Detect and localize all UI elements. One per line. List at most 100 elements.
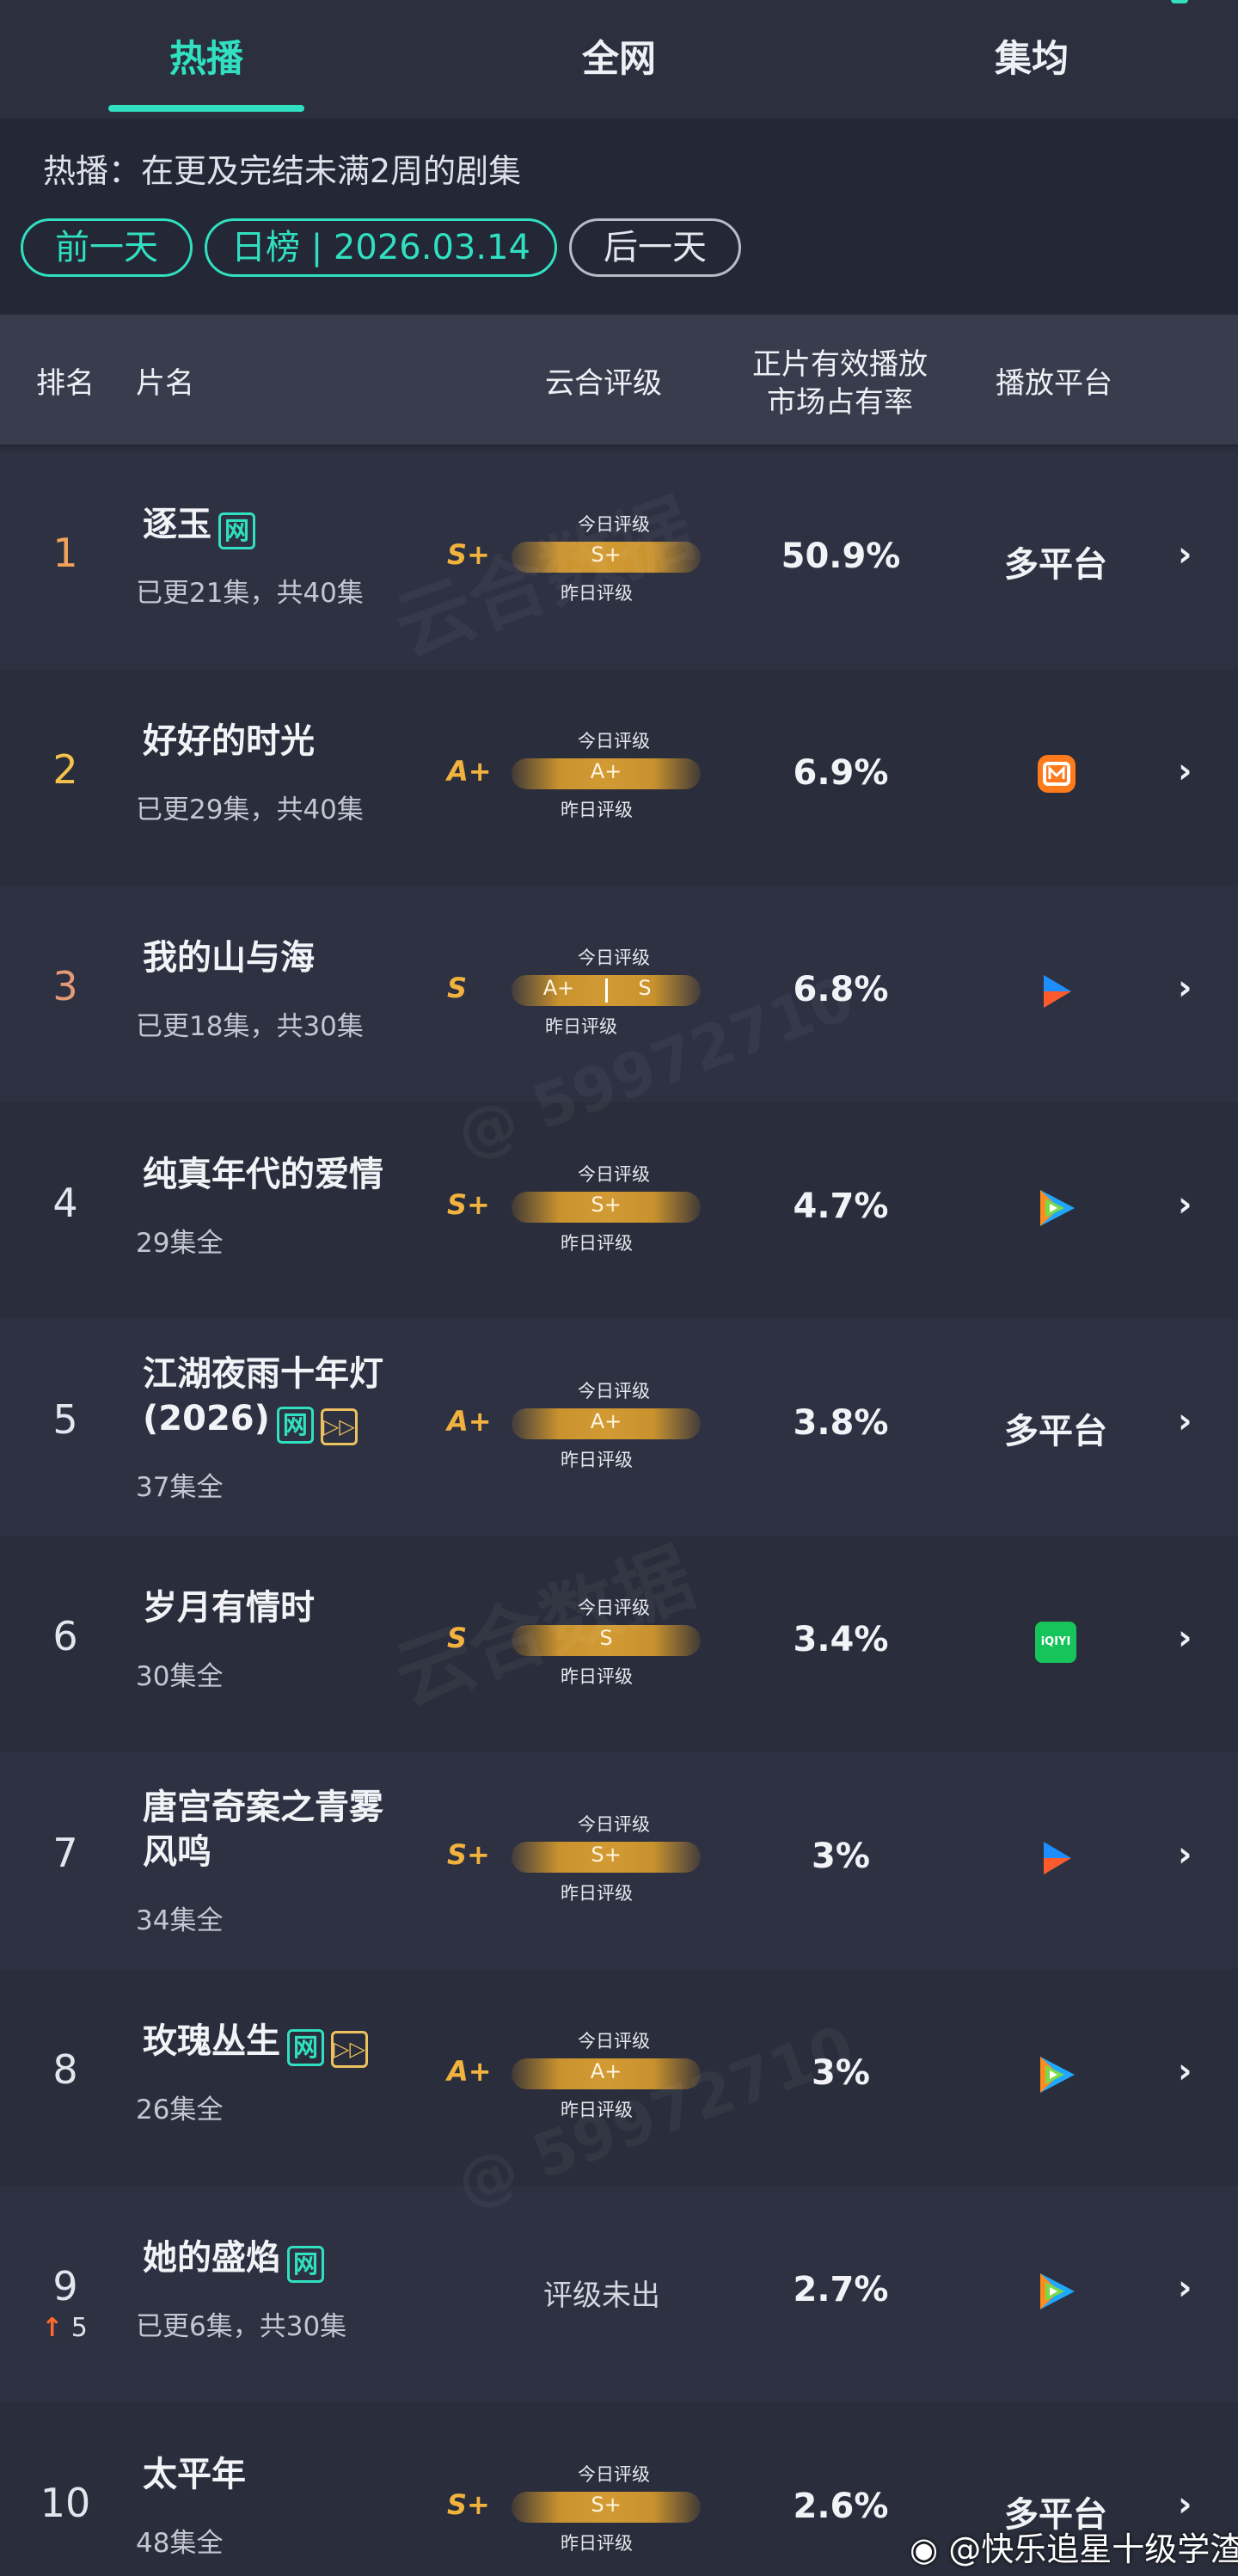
exclusive-play-tag: ▷▷: [320, 1408, 358, 1445]
rank-change-value: 5: [70, 2313, 88, 2343]
yesterday-grade-label: 昨日评级: [561, 800, 633, 820]
today-grade-label: 今日评级: [578, 2031, 650, 2052]
table-header: 排名 片名 云合评级 正片有效播放 市场占有率 播放平台: [0, 315, 1238, 447]
yunhe-grade: A+: [447, 1405, 492, 1438]
drama-title-line2: (2026) 网 ▷▷: [143, 1396, 452, 1445]
drama-title: 纯真年代的爱情: [143, 1152, 452, 1197]
drama-title-text: 玫瑰丛生: [143, 2021, 280, 2061]
table-row[interactable]: 2 好好的时光 已更29集，共40集 A+ 今日评级 A+ 昨日评级 6.9% ›: [0, 669, 1238, 886]
weibo-icon: ◉: [910, 2530, 949, 2568]
grade-divider: [605, 978, 608, 1003]
chevron-right-icon[interactable]: ›: [1178, 2052, 1192, 2091]
chevron-right-icon[interactable]: ›: [1178, 2268, 1192, 2308]
rank-up-arrow-icon: ↑: [41, 2313, 64, 2343]
prev-day-button[interactable]: 前一天: [21, 218, 193, 277]
market-share: 2.6%: [793, 2487, 889, 2526]
chevron-right-icon[interactable]: ›: [1178, 1185, 1192, 1224]
market-share: 3.8%: [793, 1403, 889, 1443]
today-grade-label: 今日评级: [578, 1164, 650, 1185]
drama-title-text: 太平年: [143, 2455, 246, 2494]
rank-number: 1: [52, 530, 78, 576]
grade-bar-value: S+: [591, 1193, 622, 1217]
youku-icon: [1035, 970, 1078, 1013]
chevron-right-icon[interactable]: ›: [1178, 751, 1192, 791]
tencent-video-icon: [1033, 2268, 1080, 2315]
yesterday-grade-label: 昨日评级: [561, 1450, 633, 1470]
rank-number: 3: [52, 963, 78, 1009]
drama-title: 我的山与海: [143, 935, 452, 980]
drama-title: 玫瑰丛生网 ▷▷: [143, 2019, 452, 2068]
grade-bar-value: A+: [590, 2059, 622, 2083]
web-drama-tag: 网: [276, 1407, 314, 1444]
rank-number: 6: [52, 1613, 78, 1659]
table-row[interactable]: 4 纯真年代的爱情 29集全 S+ 今日评级 S+ 昨日评级 4.7% ›: [0, 1102, 1238, 1319]
market-share: 3.4%: [793, 1620, 889, 1659]
exclusive-play-tag: ▷▷: [331, 2031, 368, 2068]
grade-gauge: 今日评级 S+ 昨日评级: [507, 1811, 705, 1905]
today-grade-label: 今日评级: [578, 731, 650, 751]
episode-status: 已更21集，共40集: [136, 578, 364, 609]
rank-number: 5: [52, 1396, 78, 1443]
scroll-indicator: [1171, 0, 1188, 3]
weibo-watermark: ◉ @快乐追星十级学渣: [910, 2523, 1238, 2570]
table-row[interactable]: 5 江湖夜雨十年灯 (2026) 网 ▷▷ 37集全 A+ 今日评级 A+ 昨日评级 3.8% 多平台…: [0, 1319, 1238, 1536]
yunhe-grade: A+: [447, 2055, 492, 2088]
grade-gauge: 今日评级 S+ 昨日评级: [507, 2461, 705, 2555]
web-drama-tag: 网: [218, 512, 255, 549]
drama-title: 逐玉网: [143, 502, 452, 549]
chevron-right-icon[interactable]: ›: [1178, 1835, 1192, 1874]
rank-number: 8: [52, 2046, 78, 2093]
chevron-right-icon[interactable]: ›: [1178, 1618, 1192, 1658]
table-row[interactable]: 7 唐宫奇案之青雾 风鸣 34集全 S+ 今日评级 S+ 昨日评级 3% ›: [0, 1752, 1238, 1969]
yunhe-grade: A+: [447, 755, 492, 788]
grade-bar-value: A+: [590, 1409, 622, 1433]
chevron-right-icon[interactable]: ›: [1178, 2485, 1192, 2524]
rank-number: 2: [52, 746, 78, 793]
drama-title: 太平年: [143, 2452, 452, 2497]
chevron-right-icon[interactable]: ›: [1178, 968, 1192, 1008]
platform-label: 多平台: [1004, 1412, 1107, 1451]
drama-title-text-2: (2026): [143, 1399, 270, 1438]
table-row[interactable]: 9 ↑ 5 她的盛焰网已更6集，共30集 评级未出 2.7% ›: [0, 2186, 1238, 2402]
chevron-right-icon[interactable]: ›: [1178, 1401, 1192, 1441]
youku-icon: [1035, 1837, 1078, 1880]
header-title: 片名: [136, 366, 194, 401]
rank-number: 7: [52, 1830, 78, 1876]
tab-all-network[interactable]: 全网: [533, 29, 705, 89]
header-rank: 排名: [36, 366, 95, 401]
episode-status: 34集全: [136, 1905, 224, 1936]
date-selector-button[interactable]: 日榜 | 2026.03.14: [205, 218, 557, 277]
episode-status: 48集全: [136, 2528, 224, 2559]
rank-number: 9: [52, 2263, 78, 2309]
drama-title-text: 她的盛焰: [143, 2238, 280, 2278]
grade-bar-value: S+: [591, 2493, 622, 2517]
drama-title-text: 逐玉: [143, 505, 211, 544]
yunhe-grade: S+: [447, 1188, 490, 1221]
active-tab-indicator: [108, 105, 304, 112]
rank-number: 10: [40, 2480, 91, 2526]
grade-bar-value: S+: [591, 1843, 622, 1867]
episode-status: 29集全: [136, 1228, 224, 1259]
grade-bar-value: A+: [590, 759, 622, 783]
yunhe-grade: S+: [447, 1838, 490, 1871]
tab-episode-average[interactable]: 集均: [946, 29, 1118, 89]
mango-tv-icon: [1036, 753, 1077, 794]
drama-title: 唐宫奇案之青雾: [143, 1785, 452, 1830]
rank-change: ↑ 5: [41, 2313, 88, 2343]
market-share: 3%: [812, 1837, 870, 1876]
today-grade-label: 今日评级: [578, 1814, 650, 1835]
tencent-video-icon: [1033, 2052, 1080, 2098]
market-share: 50.9%: [781, 537, 901, 576]
header-platform: 播放平台: [996, 366, 1112, 401]
next-day-button[interactable]: 后一天: [569, 218, 741, 277]
episode-status: 30集全: [136, 1661, 224, 1692]
weibo-handle: @快乐追星十级学渣: [948, 2530, 1238, 2568]
filter-section: 热播：在更及完结未满2周的剧集 前一天 日榜 | 2026.03.14 后一天: [0, 119, 1238, 315]
drama-title-text: 唐宫奇案之青雾: [143, 1788, 383, 1827]
drama-title-line2: 风鸣: [143, 1830, 452, 1874]
tab-hot[interactable]: 热播: [120, 29, 292, 89]
chevron-right-icon[interactable]: ›: [1178, 535, 1192, 574]
platform-label: 多平台: [1004, 545, 1107, 585]
yunhe-grade: S: [447, 972, 468, 1004]
iqiyi-icon: iQIYI: [1035, 1622, 1076, 1663]
